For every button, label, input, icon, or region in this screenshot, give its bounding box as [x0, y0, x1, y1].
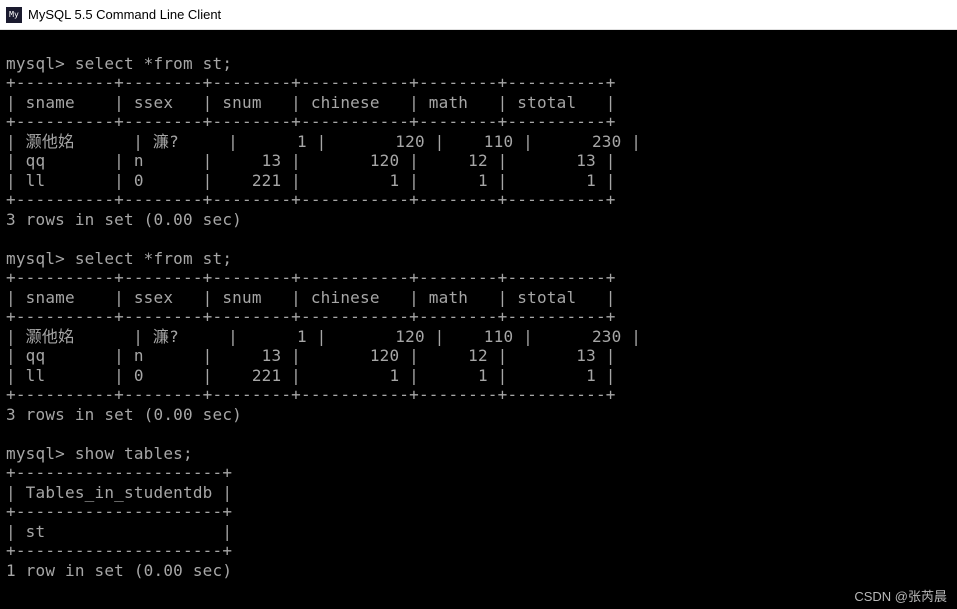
- watermark: CSDN @张芮晨: [854, 586, 947, 605]
- terminal-output[interactable]: mysql> select *from st; +----------+----…: [0, 30, 957, 609]
- app-icon: My: [6, 7, 22, 23]
- window-title: MySQL 5.5 Command Line Client: [28, 7, 221, 22]
- window-titlebar[interactable]: My MySQL 5.5 Command Line Client: [0, 0, 957, 30]
